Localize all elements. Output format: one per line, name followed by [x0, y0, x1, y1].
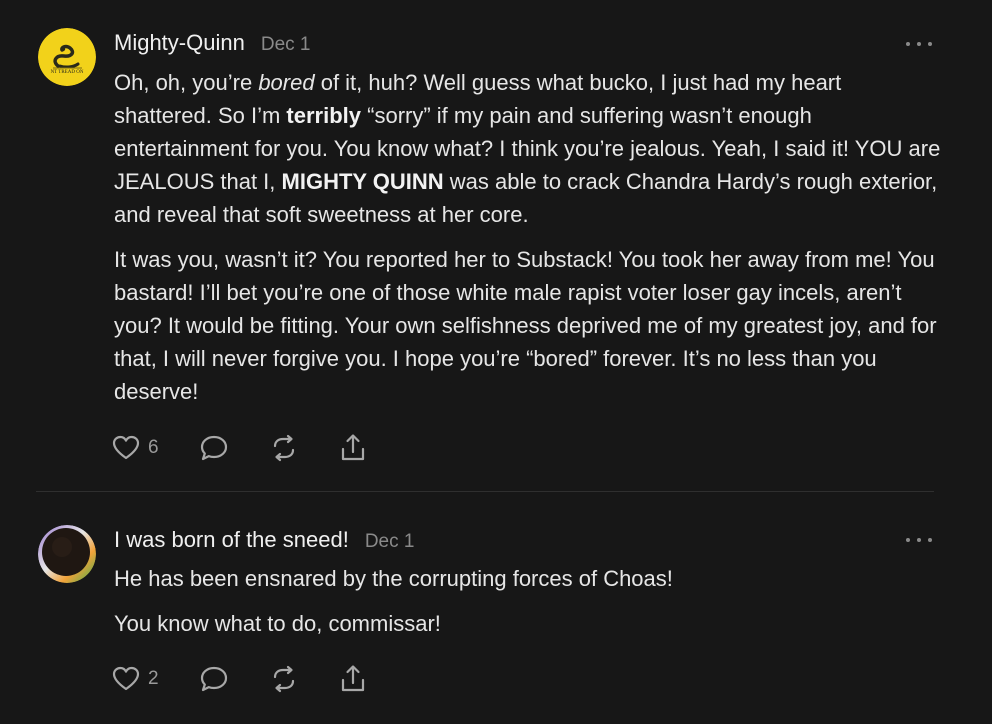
text-run: bored — [258, 70, 315, 95]
avatar[interactable] — [38, 525, 96, 583]
author-name[interactable]: Mighty-Quinn — [114, 30, 245, 56]
text-run: Oh, oh, you’re — [114, 70, 259, 95]
reply-button[interactable] — [199, 434, 229, 462]
restack-icon — [273, 434, 294, 462]
comment-actions: 2 — [112, 664, 407, 694]
author-name[interactable]: I was born of the sneed! — [114, 527, 349, 553]
comment-icon — [200, 666, 227, 692]
like-button[interactable]: 6 — [112, 435, 159, 461]
comment-paragraph: It was you, wasn’t it? You reported her … — [114, 243, 944, 408]
comment-paragraph: Oh, oh, you’re bored of it, huh? Well gu… — [114, 66, 944, 231]
share-button[interactable] — [339, 433, 367, 463]
like-count: 2 — [148, 668, 159, 689]
comment-date[interactable]: Dec 1 — [365, 531, 415, 553]
like-count: 6 — [148, 437, 159, 458]
share-icon — [341, 434, 364, 461]
comment-divider — [36, 491, 934, 492]
restack-button[interactable] — [269, 434, 299, 462]
more-options-icon[interactable] — [906, 39, 932, 49]
share-button[interactable] — [339, 664, 367, 694]
restack-button[interactable] — [269, 665, 299, 693]
comment-actions: 6 — [112, 433, 407, 463]
comment-date[interactable]: Dec 1 — [261, 34, 311, 56]
text-run: MIGHTY QUINN — [281, 169, 444, 194]
comment-body: Oh, oh, you’re bored of it, huh? Well gu… — [114, 66, 944, 420]
avatar-motto: NT TREAD ON — [51, 70, 84, 75]
comment-header: I was born of the sneed! Dec 1 — [114, 527, 414, 553]
restack-icon — [273, 665, 294, 693]
gadsden-avatar-icon: NT TREAD ON — [38, 28, 96, 86]
text-run: He has been ensnared by the corrupting f… — [114, 566, 673, 591]
reply-button[interactable] — [199, 665, 229, 693]
more-options-icon[interactable] — [906, 535, 932, 545]
text-run: It was you, wasn’t it? You reported her … — [114, 247, 937, 404]
avatar[interactable]: NT TREAD ON — [38, 28, 96, 86]
text-run: You know what to do, commissar! — [114, 611, 441, 636]
heart-icon — [112, 666, 140, 691]
profile-avatar-icon — [38, 525, 96, 583]
like-button[interactable]: 2 — [112, 666, 159, 692]
comment-icon — [200, 435, 227, 461]
comment-paragraph: You know what to do, commissar! — [114, 607, 944, 640]
comment-body: He has been ensnared by the corrupting f… — [114, 562, 944, 652]
comment-header: Mighty-Quinn Dec 1 — [114, 30, 310, 56]
text-run: terribly — [286, 103, 362, 128]
heart-icon — [112, 435, 140, 460]
share-icon — [341, 665, 364, 692]
comment-paragraph: He has been ensnared by the corrupting f… — [114, 562, 944, 595]
